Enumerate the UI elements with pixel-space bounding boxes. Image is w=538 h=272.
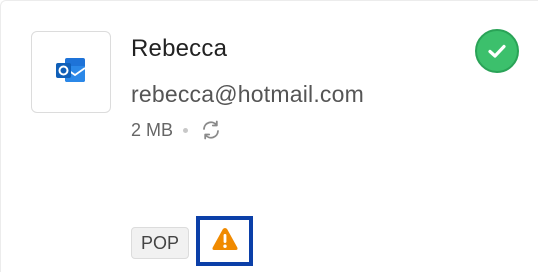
warning-triangle-icon (211, 226, 239, 257)
account-card[interactable]: Rebecca rebecca@hotmail.com 2 MB POP (0, 0, 538, 272)
warning-button[interactable] (196, 216, 253, 266)
separator-dot (183, 127, 189, 133)
account-meta: 2 MB (131, 119, 222, 141)
check-circle-icon (475, 29, 519, 73)
outlook-icon (53, 52, 89, 93)
account-name: Rebecca (131, 35, 228, 62)
account-email: rebecca@hotmail.com (131, 81, 364, 107)
storage-size: 2 MB (131, 119, 174, 140)
app-tile (31, 31, 111, 113)
refresh-icon[interactable] (200, 119, 222, 141)
protocol-badge: POP (131, 227, 190, 259)
